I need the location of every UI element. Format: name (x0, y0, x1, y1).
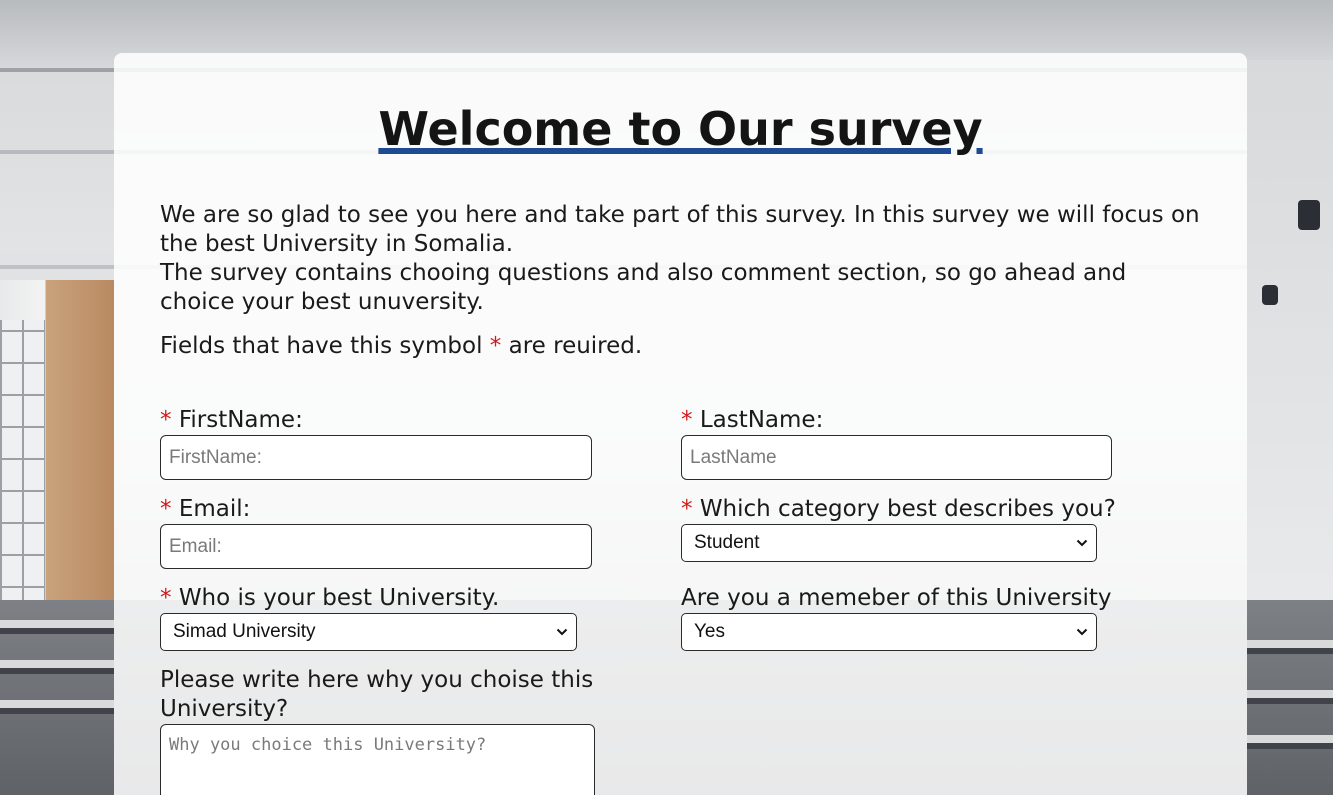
required-star: * (489, 333, 502, 359)
last-name-input[interactable] (681, 435, 1112, 480)
reason-field-group: Please write here why you choise this Un… (160, 666, 640, 795)
email-input[interactable] (160, 524, 592, 569)
desk (1247, 735, 1333, 749)
university-select[interactable]: Simad University (160, 613, 577, 651)
desk (0, 660, 114, 674)
chevron-down-icon (1076, 628, 1088, 636)
intro-paragraph: We are so glad to see you here and take … (160, 202, 1200, 257)
university-label-text: Who is your best University. (178, 585, 500, 611)
email-label-text: Email: (178, 496, 251, 522)
desk (0, 700, 114, 714)
intro-text: We are so glad to see you here and take … (160, 201, 1200, 317)
last-name-field-group: * LastName: (681, 406, 1112, 480)
email-field-group: * Email: (160, 495, 592, 569)
desk (0, 620, 114, 634)
desk (1247, 690, 1333, 704)
required-star: * (681, 496, 693, 522)
required-star: * (160, 585, 172, 611)
window-grid (0, 320, 45, 620)
required-star: * (681, 407, 693, 433)
first-name-field-group: * FirstName: (160, 406, 592, 480)
title-container: Welcome to Our survey (114, 103, 1247, 155)
member-select[interactable]: Yes (681, 613, 1097, 651)
required-star: * (160, 407, 172, 433)
first-name-label-text: FirstName: (178, 407, 303, 433)
email-label: * Email: (160, 495, 592, 524)
chevron-down-icon (1076, 539, 1088, 547)
member-field-group: Are you a memeber of this University Yes (681, 584, 1112, 651)
required-star: * (160, 496, 172, 522)
category-field-group: * Which category best describes you? Stu… (681, 495, 1116, 562)
category-selected-value: Student (694, 532, 760, 553)
required-note: Fields that have this symbol * are reuir… (160, 332, 642, 361)
first-name-input[interactable] (160, 435, 592, 480)
intro-paragraph: The survey contains chooing questions an… (160, 260, 1127, 315)
first-name-label: * FirstName: (160, 406, 592, 435)
chevron-down-icon (556, 628, 568, 636)
last-name-label: * LastName: (681, 406, 1112, 435)
required-note-text: are reuired. (508, 333, 643, 359)
university-field-group: * Who is your best University. Simad Uni… (160, 584, 577, 651)
reason-textarea[interactable] (160, 724, 595, 795)
category-label: * Which category best describes you? (681, 495, 1116, 524)
university-label: * Who is your best University. (160, 584, 577, 613)
desk (1247, 640, 1333, 654)
right-wall (1247, 60, 1333, 620)
spotlight-icon (1262, 285, 1278, 305)
member-selected-value: Yes (694, 621, 725, 642)
last-name-label-text: LastName: (699, 407, 824, 433)
spotlight-icon (1298, 200, 1320, 230)
required-note-text: Fields that have this symbol (160, 333, 483, 359)
reason-label: Please write here why you choise this Un… (160, 667, 594, 722)
survey-card: Welcome to Our survey We are so glad to … (114, 53, 1247, 795)
category-select[interactable]: Student (681, 524, 1097, 562)
category-label-text: Which category best describes you? (699, 496, 1116, 522)
member-label: Are you a memeber of this University (681, 585, 1112, 611)
page-title: Welcome to Our survey (378, 102, 983, 156)
university-selected-value: Simad University (173, 621, 316, 642)
